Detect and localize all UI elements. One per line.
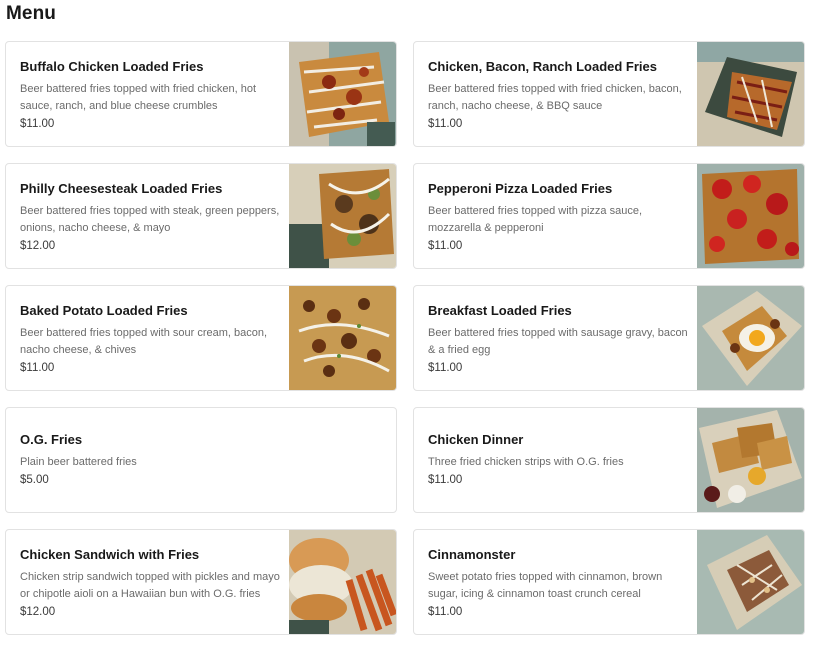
- philly-cheesesteak-fries-photo: [289, 164, 396, 268]
- menu-item-price: $11.00: [428, 474, 463, 486]
- menu-item-card[interactable]: Philly Cheesesteak Loaded Fries Beer bat…: [5, 163, 397, 269]
- chicken-sandwich-photo: [289, 530, 396, 634]
- menu-item-card[interactable]: Baked Potato Loaded Fries Beer battered …: [5, 285, 397, 391]
- menu-item-description: Sweet potato fries topped with cinnamon,…: [428, 571, 663, 600]
- menu-item-description: Chicken strip sandwich topped with pickl…: [20, 571, 280, 600]
- menu-item-card[interactable]: Pepperoni Pizza Loaded Fries Beer batter…: [413, 163, 805, 269]
- menu-item-price: $11.00: [20, 118, 55, 130]
- menu-item-price: $11.00: [428, 362, 463, 374]
- menu-item-card[interactable]: Cinnamonster Sweet potato fries topped w…: [413, 529, 805, 635]
- menu-item-price: $11.00: [428, 240, 463, 252]
- menu-item-name: Chicken, Bacon, Ranch Loaded Fries: [428, 59, 657, 74]
- menu-item-price: $11.00: [428, 606, 463, 618]
- menu-item-price: $12.00: [20, 240, 56, 252]
- menu-item-description: Beer battered fries topped with fried ch…: [428, 83, 682, 112]
- menu-item-description: Plain beer battered fries: [20, 456, 137, 468]
- menu-item-card[interactable]: Breakfast Loaded Fries Beer battered fri…: [413, 285, 805, 391]
- baked-potato-fries-photo: [289, 286, 396, 390]
- menu-item-price: $12.00: [20, 606, 56, 618]
- menu-item-name: Cinnamonster: [428, 547, 516, 562]
- menu-item-name: O.G. Fries: [20, 432, 83, 447]
- menu-item-price: $11.00: [428, 118, 463, 130]
- menu-item-description: Beer battered fries topped with fried ch…: [20, 83, 257, 112]
- menu-item-description: Beer battered fries topped with steak, g…: [20, 205, 280, 234]
- pepperoni-pizza-fries-photo: [697, 164, 804, 268]
- menu-item-name: Buffalo Chicken Loaded Fries: [20, 59, 204, 74]
- buffalo-chicken-fries-photo: [289, 42, 396, 146]
- menu-item-price: $5.00: [20, 474, 49, 486]
- chicken-bacon-ranch-fries-photo: [697, 42, 804, 146]
- menu-item-name: Chicken Sandwich with Fries: [20, 547, 200, 562]
- menu-item-description: Beer battered fries topped with sausage …: [428, 327, 688, 356]
- breakfast-fries-photo: [697, 286, 804, 390]
- menu-item-card[interactable]: Chicken Dinner Three fried chicken strip…: [413, 407, 805, 513]
- menu-item-card[interactable]: Buffalo Chicken Loaded Fries Beer batter…: [5, 41, 397, 147]
- menu-item-card[interactable]: O.G. Fries Plain beer battered fries $5.…: [5, 407, 397, 513]
- menu-item-name: Philly Cheesesteak Loaded Fries: [20, 181, 223, 196]
- menu-heading: Menu: [6, 3, 57, 24]
- cinnamonster-photo: [697, 530, 804, 634]
- menu-item-description: Beer battered fries topped with pizza sa…: [428, 205, 643, 234]
- menu-item-description: Three fried chicken strips with O.G. fri…: [428, 456, 624, 468]
- chicken-dinner-photo: [697, 408, 804, 512]
- menu-item-name: Baked Potato Loaded Fries: [20, 303, 188, 318]
- menu-item-card[interactable]: Chicken Sandwich with Fries Chicken stri…: [5, 529, 397, 635]
- menu-item-name: Pepperoni Pizza Loaded Fries: [428, 181, 613, 196]
- menu-item-description: Beer battered fries topped with sour cre…: [20, 327, 268, 356]
- menu-item-name: Breakfast Loaded Fries: [428, 303, 572, 318]
- menu-item-card[interactable]: Chicken, Bacon, Ranch Loaded Fries Beer …: [413, 41, 805, 147]
- menu-item-price: $11.00: [20, 362, 55, 374]
- menu-item-name: Chicken Dinner: [428, 432, 524, 447]
